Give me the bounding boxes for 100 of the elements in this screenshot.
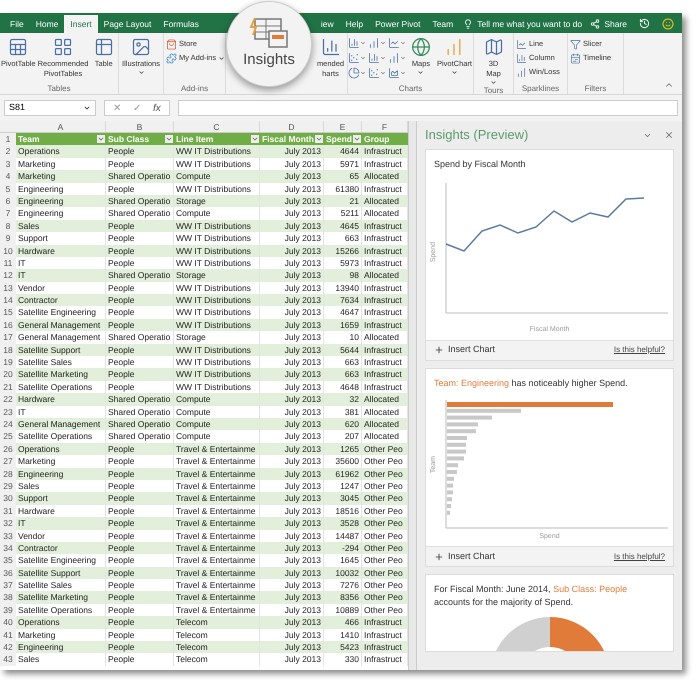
chart-type-button[interactable] bbox=[388, 37, 406, 49]
insert-chart-button[interactable]: Insert Chart bbox=[434, 343, 496, 357]
row-header[interactable]: 15 bbox=[0, 306, 16, 319]
line-chart-icon bbox=[388, 37, 400, 49]
column-header[interactable]: E bbox=[324, 121, 362, 132]
group-label: Charts bbox=[398, 84, 422, 94]
history-icon[interactable] bbox=[639, 18, 650, 29]
ribbon-tab[interactable]: Home bbox=[30, 15, 64, 33]
grid-icon bbox=[53, 37, 74, 57]
close-icon[interactable] bbox=[664, 130, 674, 140]
chart-bar bbox=[447, 496, 452, 501]
chart-bar bbox=[447, 483, 453, 488]
row-header[interactable]: 1 bbox=[0, 133, 16, 146]
bar-chart-icon bbox=[320, 37, 340, 57]
column-header[interactable]: B bbox=[106, 121, 174, 132]
row-header[interactable]: 24 bbox=[0, 418, 16, 430]
row-header[interactable]: 38 bbox=[0, 591, 16, 604]
ribbon-tab[interactable]: Insert bbox=[64, 15, 98, 33]
ribbon-tab[interactable]: iew bbox=[314, 15, 340, 33]
chart-type-button[interactable] bbox=[368, 52, 386, 64]
caret-icon bbox=[380, 70, 386, 76]
ribbon-tab[interactable]: Team bbox=[426, 15, 460, 33]
row-header[interactable]: 2 bbox=[0, 145, 16, 158]
row-header[interactable]: 12 bbox=[0, 269, 16, 282]
row-header[interactable]: 35 bbox=[0, 554, 16, 567]
chart-bar bbox=[447, 415, 492, 420]
row-header[interactable]: 9 bbox=[0, 232, 16, 245]
row-header[interactable]: 16 bbox=[0, 318, 16, 332]
row-header[interactable]: 20 bbox=[0, 368, 16, 381]
row-header[interactable]: 22 bbox=[0, 393, 16, 406]
row-header[interactable]: 17 bbox=[0, 331, 16, 344]
row-header[interactable]: 28 bbox=[0, 468, 16, 480]
row-header[interactable]: 11 bbox=[0, 256, 16, 270]
row-header[interactable]: 37 bbox=[0, 579, 16, 592]
row-header[interactable]: 26 bbox=[0, 442, 16, 456]
row-header[interactable]: 30 bbox=[0, 492, 16, 505]
smiley-icon[interactable] bbox=[662, 18, 674, 30]
column-header[interactable]: C bbox=[174, 121, 260, 132]
row-header[interactable]: 36 bbox=[0, 566, 16, 580]
table-icon bbox=[94, 37, 114, 57]
row-header[interactable]: 14 bbox=[0, 294, 16, 306]
insert-function-button[interactable]: fx bbox=[153, 100, 161, 116]
table-cell: People bbox=[106, 653, 174, 666]
column-chart-icon bbox=[348, 37, 360, 49]
ribbon-tab[interactable]: Power Pivot bbox=[369, 15, 426, 33]
row-header[interactable]: 6 bbox=[0, 194, 16, 208]
tell-me-search[interactable]: Tell me what you want to do bbox=[459, 15, 586, 33]
name-box[interactable]: S81 bbox=[4, 100, 96, 116]
row-header[interactable]: 21 bbox=[0, 380, 16, 394]
row-header[interactable]: 25 bbox=[0, 430, 16, 443]
table-cell: July 2013 bbox=[260, 653, 324, 666]
row-header[interactable]: 18 bbox=[0, 344, 16, 356]
row-header[interactable]: 27 bbox=[0, 455, 16, 468]
ribbon-tab[interactable]: Formulas bbox=[157, 15, 205, 33]
formula-input[interactable] bbox=[178, 100, 678, 116]
row-header[interactable]: 40 bbox=[0, 616, 16, 629]
chart-type-button[interactable] bbox=[348, 52, 366, 64]
lightbulb-icon bbox=[463, 19, 474, 29]
helpful-link[interactable]: Is this helpful? bbox=[614, 550, 665, 562]
row-header[interactable]: 29 bbox=[0, 480, 16, 492]
row-header[interactable]: 8 bbox=[0, 220, 16, 232]
chart-type-button[interactable] bbox=[368, 67, 386, 79]
row-header[interactable]: 13 bbox=[0, 282, 16, 294]
ribbon-tab[interactable]: File bbox=[4, 15, 30, 33]
row-header[interactable]: 41 bbox=[0, 628, 16, 642]
chart-type-button[interactable] bbox=[388, 67, 406, 79]
share-button[interactable]: Share bbox=[586, 15, 631, 33]
filter-dropdown-icon[interactable] bbox=[165, 135, 173, 144]
chart-type-button[interactable] bbox=[348, 67, 366, 79]
row-header[interactable]: 34 bbox=[0, 542, 16, 554]
row-header[interactable]: 10 bbox=[0, 244, 16, 257]
row-header[interactable]: 31 bbox=[0, 504, 16, 518]
filter-dropdown-icon[interactable] bbox=[251, 135, 259, 144]
row-header[interactable]: 42 bbox=[0, 641, 16, 654]
scrollbar[interactable] bbox=[408, 121, 416, 670]
row-header[interactable]: 43 bbox=[0, 653, 16, 666]
row-header[interactable]: 5 bbox=[0, 182, 16, 195]
row-header[interactable]: 39 bbox=[0, 604, 16, 616]
column-header[interactable]: A bbox=[16, 121, 106, 132]
ribbon-tab[interactable]: Page Layout bbox=[98, 15, 158, 33]
filter-dropdown-icon[interactable] bbox=[97, 135, 105, 144]
row-header[interactable]: 23 bbox=[0, 406, 16, 418]
chart-type-button[interactable] bbox=[368, 37, 386, 49]
insights-label[interactable]: Insights bbox=[243, 48, 295, 72]
row-header[interactable]: 19 bbox=[0, 356, 16, 368]
chart-type-button[interactable] bbox=[388, 52, 406, 64]
helpful-link[interactable]: Is this helpful? bbox=[614, 344, 665, 356]
row-header[interactable]: 3 bbox=[0, 158, 16, 170]
filter-dropdown-icon[interactable] bbox=[315, 135, 323, 144]
row-header[interactable]: 4 bbox=[0, 170, 16, 183]
chart-type-button[interactable] bbox=[348, 37, 366, 49]
row-header[interactable]: 32 bbox=[0, 517, 16, 530]
chart-bar bbox=[447, 504, 451, 508]
row-header[interactable]: 7 bbox=[0, 207, 16, 220]
row-header[interactable]: 33 bbox=[0, 530, 16, 542]
table-cell: Telecom bbox=[174, 653, 260, 666]
filter-dropdown-icon[interactable] bbox=[353, 135, 361, 144]
insert-chart-button[interactable]: Insert Chart bbox=[434, 550, 496, 564]
column-header[interactable]: D bbox=[260, 121, 324, 132]
ribbon-tab[interactable]: Help bbox=[340, 15, 370, 33]
